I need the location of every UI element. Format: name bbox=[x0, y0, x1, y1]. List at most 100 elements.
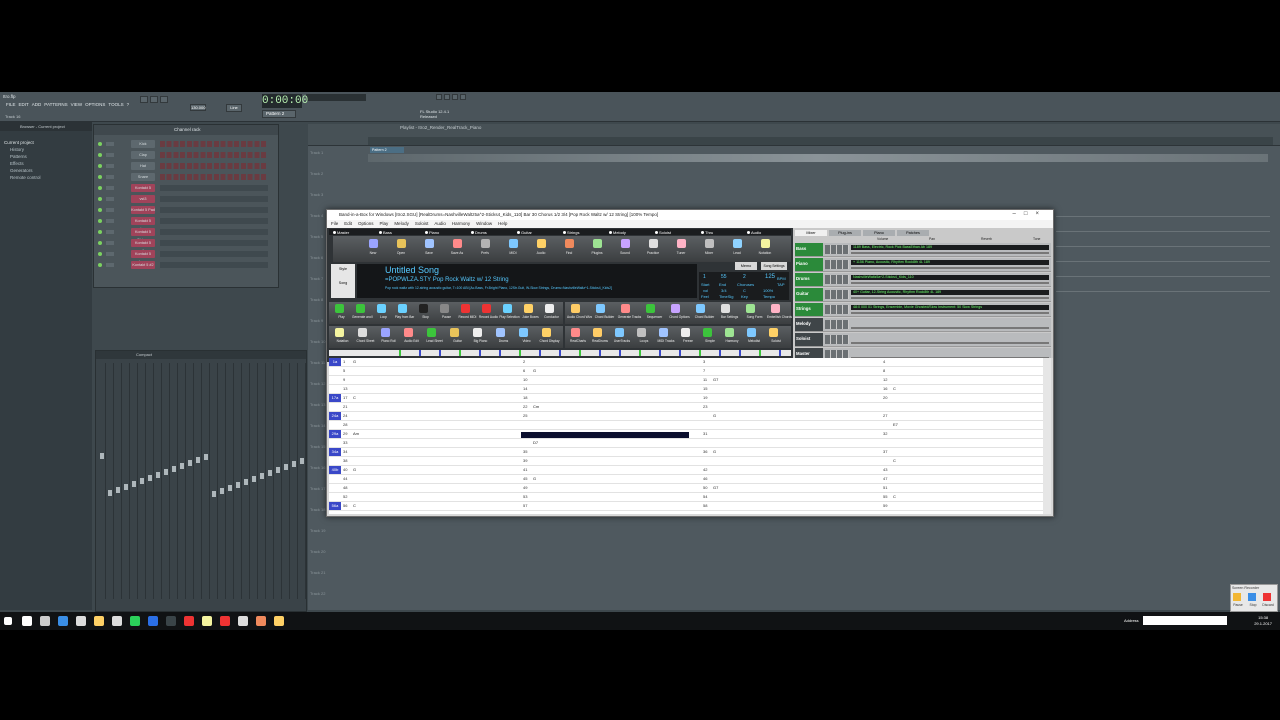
fl-menu-item[interactable]: VIEW bbox=[71, 102, 83, 107]
browser-icon[interactable] bbox=[452, 94, 458, 100]
piano-roll-preview[interactable] bbox=[160, 229, 268, 235]
chord-symbol[interactable]: G bbox=[353, 359, 356, 364]
chord-symbol[interactable]: G bbox=[533, 368, 536, 373]
fader-handle[interactable] bbox=[228, 485, 232, 491]
channel-volume-knob[interactable] bbox=[106, 153, 114, 157]
channel-name[interactable]: Kontakt 5 bbox=[131, 184, 155, 192]
part-marker-label[interactable]: 40b bbox=[329, 466, 341, 474]
mixer-strip[interactable] bbox=[258, 363, 266, 599]
choruses-value[interactable]: 2 bbox=[743, 274, 746, 280]
mixer-tab[interactable]: Piano bbox=[863, 230, 895, 236]
toolbar-icon[interactable] bbox=[369, 239, 378, 248]
channel-volume-knob[interactable] bbox=[106, 197, 114, 201]
track-tab[interactable]: Master bbox=[333, 230, 349, 235]
channel-volume-knob[interactable] bbox=[106, 164, 114, 168]
mixer-strip[interactable] bbox=[290, 363, 298, 599]
piano-roll-preview[interactable] bbox=[160, 185, 268, 191]
browser-item[interactable]: Current project bbox=[0, 139, 92, 146]
mixer-strip[interactable] bbox=[138, 363, 146, 599]
mixer-tab[interactable]: Mixer bbox=[795, 230, 827, 236]
realtrack_btns-icon[interactable] bbox=[571, 328, 580, 337]
fader-handle[interactable] bbox=[260, 473, 264, 479]
biab-menu-item[interactable]: Soloist bbox=[415, 221, 429, 226]
tools-icon[interactable] bbox=[771, 304, 780, 313]
mixer-slider[interactable] bbox=[851, 252, 1049, 254]
channel-row[interactable]: Kontakt 5 Pad bbox=[94, 205, 278, 215]
taskbar-app-icon[interactable] bbox=[130, 616, 140, 626]
snap-selector[interactable]: Line bbox=[226, 104, 242, 112]
chord-row[interactable]: 1a 1 2 3 4 G bbox=[329, 358, 1051, 367]
tools-icon[interactable] bbox=[671, 304, 680, 313]
biab-menu-item[interactable]: Harmony bbox=[452, 221, 470, 226]
mixer-strip[interactable] bbox=[98, 363, 106, 599]
mixer-strip[interactable] bbox=[266, 363, 274, 599]
recorder-stop-icon[interactable] bbox=[1248, 593, 1256, 601]
chord-row[interactable]: 44 45 46 47 G bbox=[329, 475, 1051, 484]
track-radio-icon[interactable] bbox=[379, 231, 382, 234]
fader-handle[interactable] bbox=[244, 479, 248, 485]
song-time-display[interactable]: 0:00:00 bbox=[262, 94, 308, 108]
mixer-slider[interactable] bbox=[851, 312, 1049, 314]
toolbar-icon[interactable] bbox=[761, 239, 770, 248]
track-tab[interactable]: Piano bbox=[425, 230, 439, 235]
channel-row[interactable]: Kontakt 5 bass bbox=[94, 249, 278, 264]
chord-symbol[interactable]: Cm bbox=[533, 404, 539, 409]
chord-symbol[interactable]: D7 bbox=[533, 440, 538, 445]
chord-symbol[interactable]: C bbox=[893, 458, 896, 463]
channel-volume-knob[interactable] bbox=[106, 219, 114, 223]
view-icon[interactable] bbox=[358, 328, 367, 337]
song-title[interactable]: Untitled Song bbox=[385, 265, 439, 275]
part-marker-label[interactable]: 56a bbox=[329, 502, 341, 510]
mixer-strip[interactable] bbox=[106, 363, 114, 599]
browser-item[interactable]: Remote control bbox=[0, 174, 92, 181]
browser-item[interactable]: Patterns bbox=[0, 153, 92, 160]
chord-symbol[interactable]: C bbox=[893, 386, 896, 391]
transport-icon[interactable] bbox=[503, 304, 512, 313]
tempo-percent[interactable]: 100% bbox=[763, 288, 773, 293]
mute-solo-buttons[interactable] bbox=[825, 335, 849, 344]
mixer-track-name[interactable]: Drums bbox=[795, 273, 823, 286]
transport-icon[interactable] bbox=[545, 304, 554, 313]
mute-solo-buttons[interactable] bbox=[825, 290, 849, 299]
recorder-discard-icon[interactable] bbox=[1263, 593, 1271, 601]
toolbar-icon[interactable] bbox=[565, 239, 574, 248]
channel-name[interactable]: Clap bbox=[131, 151, 155, 159]
channel-name[interactable]: Kontakt 5 piano bbox=[131, 217, 155, 231]
channel-led-icon[interactable] bbox=[98, 197, 102, 201]
mute-solo-buttons[interactable] bbox=[825, 305, 849, 314]
mixer-strip[interactable] bbox=[298, 363, 306, 599]
taskbar-app-icon[interactable] bbox=[238, 616, 248, 626]
taskbar-app-icon[interactable] bbox=[274, 616, 284, 626]
part-marker[interactable] bbox=[439, 350, 441, 356]
part-marker[interactable] bbox=[459, 350, 461, 356]
playlist-track-header[interactable]: Track 2 bbox=[308, 169, 346, 183]
channel-row[interactable]: Kick bbox=[94, 139, 278, 149]
chord-row[interactable]: 34a 34 35 36 37 G bbox=[329, 448, 1051, 457]
mixer-strip[interactable] bbox=[170, 363, 178, 599]
view-icon[interactable] bbox=[404, 328, 413, 337]
view-icon[interactable] bbox=[496, 328, 505, 337]
channel-name[interactable]: vst3 bbox=[131, 195, 155, 203]
taskbar-app-icon[interactable] bbox=[166, 616, 176, 626]
taskbar-app-icon[interactable] bbox=[220, 616, 230, 626]
mute-solo-buttons[interactable] bbox=[825, 260, 849, 269]
taskbar-app-icon[interactable] bbox=[76, 616, 86, 626]
mixer-icon[interactable] bbox=[436, 94, 442, 100]
tempo-display[interactable]: 130.000 bbox=[190, 104, 206, 111]
part-marker-label[interactable]: 34a bbox=[329, 448, 341, 456]
fl-menu-item[interactable]: TOOLS bbox=[108, 102, 123, 107]
mixer-track-name[interactable]: Melody bbox=[795, 318, 823, 331]
piano-roll-preview[interactable] bbox=[160, 218, 268, 224]
track-radio-icon[interactable] bbox=[517, 231, 520, 234]
step-sequencer[interactable] bbox=[160, 174, 268, 180]
toolbar-icon[interactable] bbox=[733, 239, 742, 248]
track-tab[interactable]: Drums bbox=[471, 230, 487, 235]
biab-menu-item[interactable]: Help bbox=[498, 221, 507, 226]
track-radio-icon[interactable] bbox=[609, 231, 612, 234]
step-sequencer[interactable] bbox=[160, 152, 268, 158]
step-sequencer[interactable] bbox=[160, 163, 268, 169]
mixer-tabs[interactable]: Mixer Plug-ins Piano Patches bbox=[795, 230, 1051, 236]
channel-led-icon[interactable] bbox=[98, 252, 102, 256]
realtrack_btns-icon[interactable] bbox=[659, 328, 668, 337]
taskbar-app-icon[interactable] bbox=[202, 616, 212, 626]
